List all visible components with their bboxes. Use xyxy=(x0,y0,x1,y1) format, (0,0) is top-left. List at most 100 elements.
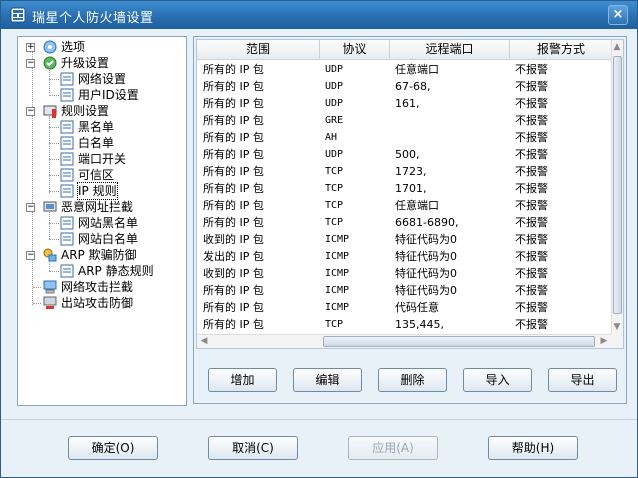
tree-item-malicious-url[interactable]: − 恶意网址拦截 xyxy=(26,199,186,215)
page-icon xyxy=(60,216,74,230)
tree-item-arp-static[interactable]: ARP 静态规则 xyxy=(42,263,182,279)
apply-button[interactable]: 应用(A) xyxy=(348,436,438,460)
cancel-button[interactable]: 取消(C) xyxy=(208,436,298,460)
cell-remote-port: 6681-6890, xyxy=(395,216,459,229)
table-row[interactable]: 所有的 IP 包 TCP 1723, 不报警 xyxy=(197,163,613,180)
tree-item-outbound-attack[interactable]: 出站攻击防御 xyxy=(26,295,186,311)
firewall-settings-window: 瑞星个人防火墙设置 × + 选项 − 升级设置 网络设置 用户ID设置 − 规则… xyxy=(0,0,638,478)
horizontal-scroll-thumb[interactable] xyxy=(323,336,595,347)
cell-remote-port: 1723, xyxy=(395,165,427,178)
column-header-protocol[interactable]: 协议 xyxy=(320,40,390,60)
table-row[interactable]: 所有的 IP 包 UDP 161, 不报警 xyxy=(197,95,613,112)
page-icon xyxy=(60,264,74,278)
column-header-alert[interactable]: 报警方式 xyxy=(510,40,613,60)
table-row[interactable]: 所有的 IP 包 ICMP 特征代码为0 不报警 xyxy=(197,282,613,299)
cell-scope: 所有的 IP 包 xyxy=(203,199,264,212)
cell-alert: 不报警 xyxy=(515,284,548,297)
cell-protocol: GRE xyxy=(325,115,344,126)
table-row[interactable]: 发出的 IP 包 ICMP 特征代码为0 不报警 xyxy=(197,248,613,265)
cell-protocol: ICMP xyxy=(325,234,350,245)
export-button[interactable]: 导出 xyxy=(548,368,617,392)
tree-item-rules[interactable]: − 规则设置 xyxy=(26,103,186,119)
delete-button[interactable]: 删除 xyxy=(378,368,447,392)
upgrade-icon xyxy=(43,56,57,70)
column-header-remote-port[interactable]: 远程端口 xyxy=(390,40,510,60)
table-row[interactable]: 所有的 IP 包 AH 不报警 xyxy=(197,129,613,146)
cell-alert: 不报警 xyxy=(515,165,548,178)
cell-protocol: UDP xyxy=(325,149,344,160)
cell-alert: 不报警 xyxy=(515,233,548,246)
cell-scope: 所有的 IP 包 xyxy=(203,148,264,161)
cell-alert: 不报警 xyxy=(515,182,548,195)
add-button[interactable]: 增加 xyxy=(208,368,277,392)
close-button[interactable]: × xyxy=(608,5,628,25)
horizontal-scrollbar[interactable]: ◀ ▶ xyxy=(197,334,613,348)
page-icon xyxy=(60,232,74,246)
edit-button[interactable]: 编辑 xyxy=(293,368,362,392)
table-row[interactable]: 所有的 IP 包 UDP 67-68, 不报警 xyxy=(197,78,613,95)
tree-item-whitelist[interactable]: 白名单 xyxy=(42,135,182,151)
firewall-app-icon xyxy=(10,7,26,23)
tree-item-options[interactable]: + 选项 xyxy=(26,39,186,55)
cell-remote-port: 135,445, xyxy=(395,318,444,331)
tree-item-port-switch[interactable]: 端口开关 xyxy=(42,151,182,167)
cell-alert: 不报警 xyxy=(515,80,548,93)
help-button[interactable]: 帮助(H) xyxy=(488,436,578,460)
cell-protocol: ICMP xyxy=(325,251,350,262)
scroll-up-icon[interactable]: ▲ xyxy=(612,41,622,53)
tree-item-blacklist[interactable]: 黑名单 xyxy=(42,119,182,135)
import-button[interactable]: 导入 xyxy=(463,368,532,392)
cell-remote-port: 1701, xyxy=(395,182,427,195)
table-row[interactable]: 所有的 IP 包 TCP 1701, 不报警 xyxy=(197,180,613,197)
table-row[interactable]: 所有的 IP 包 UDP 500, 不报警 xyxy=(197,146,613,163)
cell-alert: 不报警 xyxy=(515,148,548,161)
table-row[interactable]: 所有的 IP 包 UDP 任意端口 不报警 xyxy=(197,61,613,78)
outbound-attack-icon xyxy=(43,296,57,309)
scroll-down-icon[interactable]: ▼ xyxy=(612,321,622,333)
scroll-left-icon[interactable]: ◀ xyxy=(199,335,209,347)
vertical-scroll-thumb[interactable] xyxy=(613,56,622,314)
ip-rules-panel: 范围 协议 远程端口 报警方式 所有的 IP 包 UDP 任意端口 不报警 所有的 IP… xyxy=(193,36,627,404)
cell-protocol: AH xyxy=(325,132,338,143)
table-row[interactable]: 所有的 IP 包 TCP 6681-6890, 不报警 xyxy=(197,214,613,231)
table-row[interactable]: 所有的 IP 包 GRE 不报警 xyxy=(197,112,613,129)
url-block-icon xyxy=(43,201,57,212)
tree-item-site-whitelist[interactable]: 网站白名单 xyxy=(42,231,182,247)
cell-scope: 所有的 IP 包 xyxy=(203,80,264,93)
cell-protocol: TCP xyxy=(325,319,344,330)
cell-remote-port: 161, xyxy=(395,97,420,110)
table-row[interactable]: 所有的 IP 包 ICMP 代码任意 不报警 xyxy=(197,299,613,316)
table-row[interactable]: 所有的 IP 包 TCP 135,445, 不报警 xyxy=(197,316,613,333)
dialog-footer: 确定(O) 取消(C) 应用(A) 帮助(H) xyxy=(1,419,637,477)
cell-remote-port: 特征代码为0 xyxy=(395,250,457,263)
tree-item-upgrade[interactable]: − 升级设置 xyxy=(26,55,186,71)
cell-protocol: TCP xyxy=(325,217,344,228)
ip-rules-table[interactable]: 范围 协议 远程端口 报警方式 所有的 IP 包 UDP 任意端口 不报警 所有的 IP… xyxy=(196,39,624,349)
tree-item-trusted-zone[interactable]: 可信区 xyxy=(42,167,182,183)
ok-button[interactable]: 确定(O) xyxy=(68,436,158,460)
tree-item-net-attack[interactable]: 网络攻击拦截 xyxy=(26,279,186,295)
cell-scope: 所有的 IP 包 xyxy=(203,165,264,178)
tree-item-network-settings[interactable]: 网络设置 xyxy=(42,71,182,87)
close-icon: × xyxy=(612,7,624,22)
cell-remote-port: 特征代码为0 xyxy=(395,267,457,280)
table-row[interactable]: 收到的 IP 包 ICMP 特征代码为0 不报警 xyxy=(197,265,613,282)
cell-alert: 不报警 xyxy=(515,216,548,229)
cell-protocol: UDP xyxy=(325,64,344,75)
page-icon xyxy=(60,72,74,86)
rules-icon xyxy=(43,105,57,118)
table-row[interactable]: 所有的 IP 包 TCP 任意端口 不报警 xyxy=(197,197,613,214)
cell-remote-port: 特征代码为0 xyxy=(395,284,457,297)
tree-item-ip-rules[interactable]: IP 规则 xyxy=(42,182,182,200)
column-header-scope[interactable]: 范围 xyxy=(197,40,320,60)
tree-item-site-blacklist[interactable]: 网站黑名单 xyxy=(42,215,182,231)
tree-item-user-id-settings[interactable]: 用户ID设置 xyxy=(42,87,182,103)
tree-item-arp-defense[interactable]: − ARP 欺骗防御 xyxy=(26,247,186,263)
cell-alert: 不报警 xyxy=(515,131,548,144)
cell-protocol: TCP xyxy=(325,166,344,177)
cell-remote-port xyxy=(395,129,507,146)
vertical-scrollbar[interactable]: ▲ ▼ xyxy=(611,40,623,335)
cell-remote-port: 任意端口 xyxy=(395,199,439,212)
table-row[interactable]: 收到的 IP 包 ICMP 特征代码为0 不报警 xyxy=(197,231,613,248)
scroll-right-icon[interactable]: ▶ xyxy=(599,335,609,347)
